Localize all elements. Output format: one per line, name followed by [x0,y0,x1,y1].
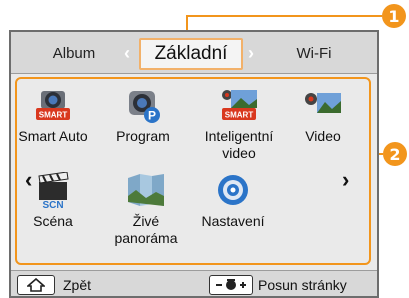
page-scroll-label: Posun stránky [258,276,347,293]
mode-item-program[interactable]: P Program [103,87,183,145]
scn-badge-text: SCN [42,200,63,210]
camera-smart-icon: SMART [33,87,73,125]
mode-label: Smart Auto [18,128,88,144]
mode-tab-bar: Album ‹ Základní › Wi-Fi [11,32,377,74]
gear-settings-icon [213,172,253,210]
dial-icon [216,278,247,290]
callout-badge-2: 2 [383,142,407,166]
page-next-arrow-icon[interactable]: › [342,167,349,193]
tab-wifi[interactable]: Wi-Fi [269,32,359,74]
bottom-bar: Zpět Posun stránky [11,270,377,296]
tab-prev-arrow-icon[interactable]: ‹ [124,32,130,74]
mode-label: Video [305,128,341,144]
clapper-scene-icon: SCN [33,171,73,211]
mode-item-smart-auto[interactable]: SMART Smart Auto [13,87,93,145]
mode-label: Program [116,128,170,144]
callout-badge-1: 1 [382,4,406,28]
program-badge-text: P [148,109,156,123]
mode-item-zive-panorama[interactable]: Živé panoráma [103,172,189,247]
mode-label: Nastavení [201,213,265,229]
tab-zakladni[interactable]: Základní [139,38,243,70]
smart-badge-text: SMART [39,111,68,120]
smart-badge-text: SMART [225,111,254,120]
tab-album[interactable]: Album [29,32,119,74]
camera-screen: Album ‹ Základní › Wi-Fi SMART Smart Aut… [9,30,379,298]
panorama-icon [126,172,166,210]
camera-program-icon: P [123,87,163,125]
mode-item-inteligentni-video[interactable]: SMART Inteligentní video [193,87,285,162]
mode-item-scena[interactable]: SCN Scéna [13,171,93,230]
page-scroll-key[interactable] [209,274,254,295]
callout-leader-1 [186,15,382,17]
video-icon [303,87,343,125]
home-icon [27,277,45,292]
tab-next-arrow-icon[interactable]: › [248,32,254,74]
smart-video-icon: SMART [219,87,259,125]
mode-item-video[interactable]: Video [283,87,363,145]
mode-item-nastaveni[interactable]: Nastavení [193,172,273,230]
mode-label: Živé panoráma [114,213,178,246]
mode-label: Scéna [33,213,73,229]
back-button[interactable] [17,274,55,295]
back-label: Zpět [63,276,92,293]
mode-label: Inteligentní video [204,128,274,161]
